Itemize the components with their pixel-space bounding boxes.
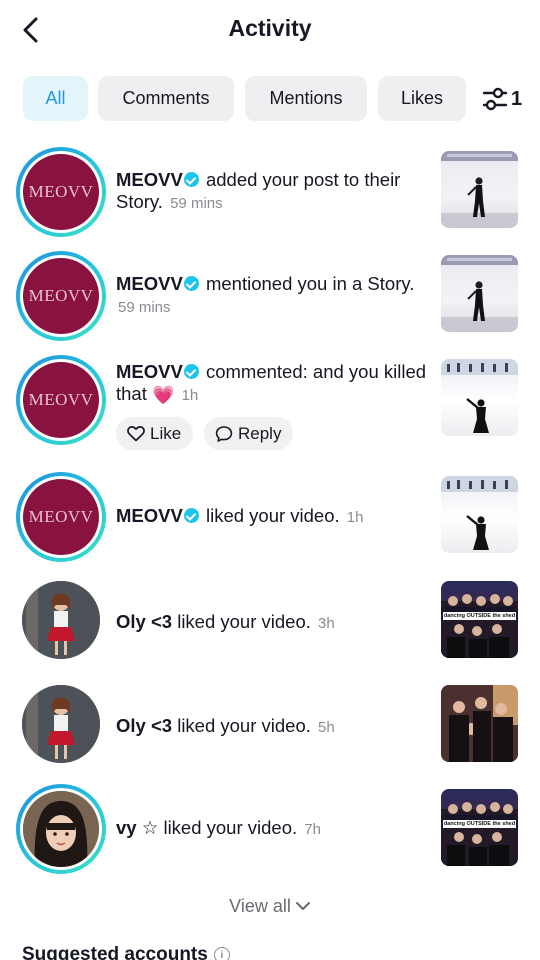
like-label: Like — [150, 423, 182, 443]
avatar[interactable]: MEOVV — [16, 251, 106, 341]
notification-text: vy ☆ liked your video. 7h — [116, 817, 432, 841]
meovv-logo: MEOVV — [23, 258, 99, 334]
thumbnail-caption: dancing OUTSIDE the shed — [443, 820, 516, 828]
verified-badge-icon — [183, 364, 199, 379]
verified-badge-icon — [183, 508, 199, 523]
dancer-image — [441, 359, 518, 433]
username[interactable]: MEOVV — [116, 169, 183, 190]
notification-action: liked your video. — [177, 611, 311, 632]
avatar[interactable] — [16, 784, 106, 874]
timestamp: 59 mins — [118, 299, 171, 316]
notification-text: Oly <3 liked your video. 5h — [116, 715, 432, 739]
meovv-logo: MEOVV — [23, 362, 99, 438]
timestamp: 3h — [318, 615, 335, 632]
timestamp: 1h — [346, 509, 364, 526]
notification-item[interactable]: Oly <3 liked your video. 3h dancing OUTS… — [0, 580, 540, 664]
meovv-logo: MEOVV — [23, 154, 99, 230]
notification-item[interactable]: MEOVV MEOVV mentioned you in a Story. 59… — [0, 249, 540, 345]
verified-badge-icon — [183, 172, 199, 187]
filter-tabs: All Comments Mentions Likes 1 — [0, 76, 540, 122]
post-thumbnail[interactable] — [441, 255, 518, 332]
girl-photo — [23, 791, 99, 867]
avatar[interactable]: MEOVV — [16, 472, 106, 562]
speech-bubble-icon — [215, 425, 233, 442]
view-all-button[interactable]: View all — [0, 894, 540, 918]
tab-likes[interactable]: Likes — [378, 76, 466, 121]
dancer-image — [441, 255, 518, 332]
notification-text: MEOVV added your post to their Story. 59… — [116, 169, 432, 215]
thumbnail-caption: dancing OUTSIDE the shed — [443, 612, 516, 620]
header-bar: Activity — [0, 0, 540, 62]
girl-photo — [22, 581, 100, 659]
meovv-logo: MEOVV — [23, 479, 99, 555]
username[interactable]: Oly <3 — [116, 611, 172, 632]
info-icon[interactable]: i — [213, 947, 230, 960]
post-thumbnail[interactable] — [441, 151, 518, 228]
timestamp: 7h — [304, 821, 321, 838]
dancer-image — [441, 476, 518, 550]
post-thumbnail[interactable] — [441, 685, 518, 762]
page-title: Activity — [228, 15, 312, 41]
notification-action: mentioned you in a Story. — [205, 273, 415, 294]
username[interactable]: MEOVV — [116, 361, 183, 382]
notification-text: MEOVV mentioned you in a Story. 59 mins — [116, 273, 432, 319]
tab-mentions[interactable]: Mentions — [245, 76, 367, 121]
filter-button[interactable]: 1 — [481, 82, 529, 116]
post-thumbnail[interactable] — [441, 476, 518, 553]
notification-action: liked your video. — [163, 817, 298, 838]
group-photo — [441, 685, 518, 762]
tab-comments[interactable]: Comments — [98, 76, 234, 121]
username[interactable]: vy ☆ — [116, 817, 158, 838]
avatar[interactable]: MEOVV — [16, 147, 106, 237]
notification-action: liked your video. — [177, 715, 311, 736]
like-comment-button[interactable]: Like — [116, 417, 194, 450]
avatar[interactable]: MEOVV — [16, 355, 106, 445]
heart-outline-icon — [127, 426, 145, 442]
username[interactable]: MEOVV — [116, 273, 183, 294]
dancer-image — [441, 151, 518, 228]
notification-text: MEOVV commented: and you killed that 💗 1… — [116, 361, 432, 407]
avatar[interactable] — [22, 581, 100, 659]
section-title: Suggested accounts — [22, 944, 208, 960]
notification-item[interactable]: vy ☆ liked your video. 7h dancing OUTSID… — [0, 784, 540, 874]
reply-button[interactable]: Reply — [204, 417, 294, 450]
reply-label: Reply — [238, 423, 282, 443]
avatar[interactable] — [22, 685, 100, 763]
post-thumbnail[interactable]: dancing OUTSIDE the shed — [441, 581, 518, 658]
sliders-icon — [482, 87, 508, 111]
view-all-label: View all — [229, 895, 291, 916]
notification-item[interactable]: MEOVV MEOVV liked your video. 1h — [0, 470, 540, 566]
notification-action: liked your video. — [205, 505, 340, 526]
chevron-down-icon — [295, 902, 310, 910]
username[interactable]: MEOVV — [116, 505, 183, 526]
filter-count: 1 — [511, 87, 523, 110]
notification-text: Oly <3 liked your video. 3h — [116, 611, 432, 635]
timestamp: 59 mins — [170, 195, 223, 212]
notification-item[interactable]: Oly <3 liked your video. 5h — [0, 684, 540, 768]
username[interactable]: Oly <3 — [116, 715, 172, 736]
notification-item[interactable]: MEOVV MEOVV commented: and you killed th… — [0, 353, 540, 457]
girl-photo — [22, 685, 100, 763]
post-thumbnail[interactable]: dancing OUTSIDE the shed — [441, 789, 518, 866]
tab-all[interactable]: All — [23, 76, 88, 121]
notification-text: MEOVV liked your video. 1h — [116, 505, 432, 529]
post-thumbnail[interactable] — [441, 359, 518, 436]
verified-badge-icon — [183, 276, 199, 291]
timestamp: 5h — [318, 719, 335, 736]
notification-item[interactable]: MEOVV MEOVV added your post to their Sto… — [0, 145, 540, 241]
timestamp: 1h — [181, 387, 199, 404]
pink-heart-emoji: 💗 — [152, 385, 175, 405]
suggested-accounts-heading: Suggested accounts i — [22, 944, 230, 960]
